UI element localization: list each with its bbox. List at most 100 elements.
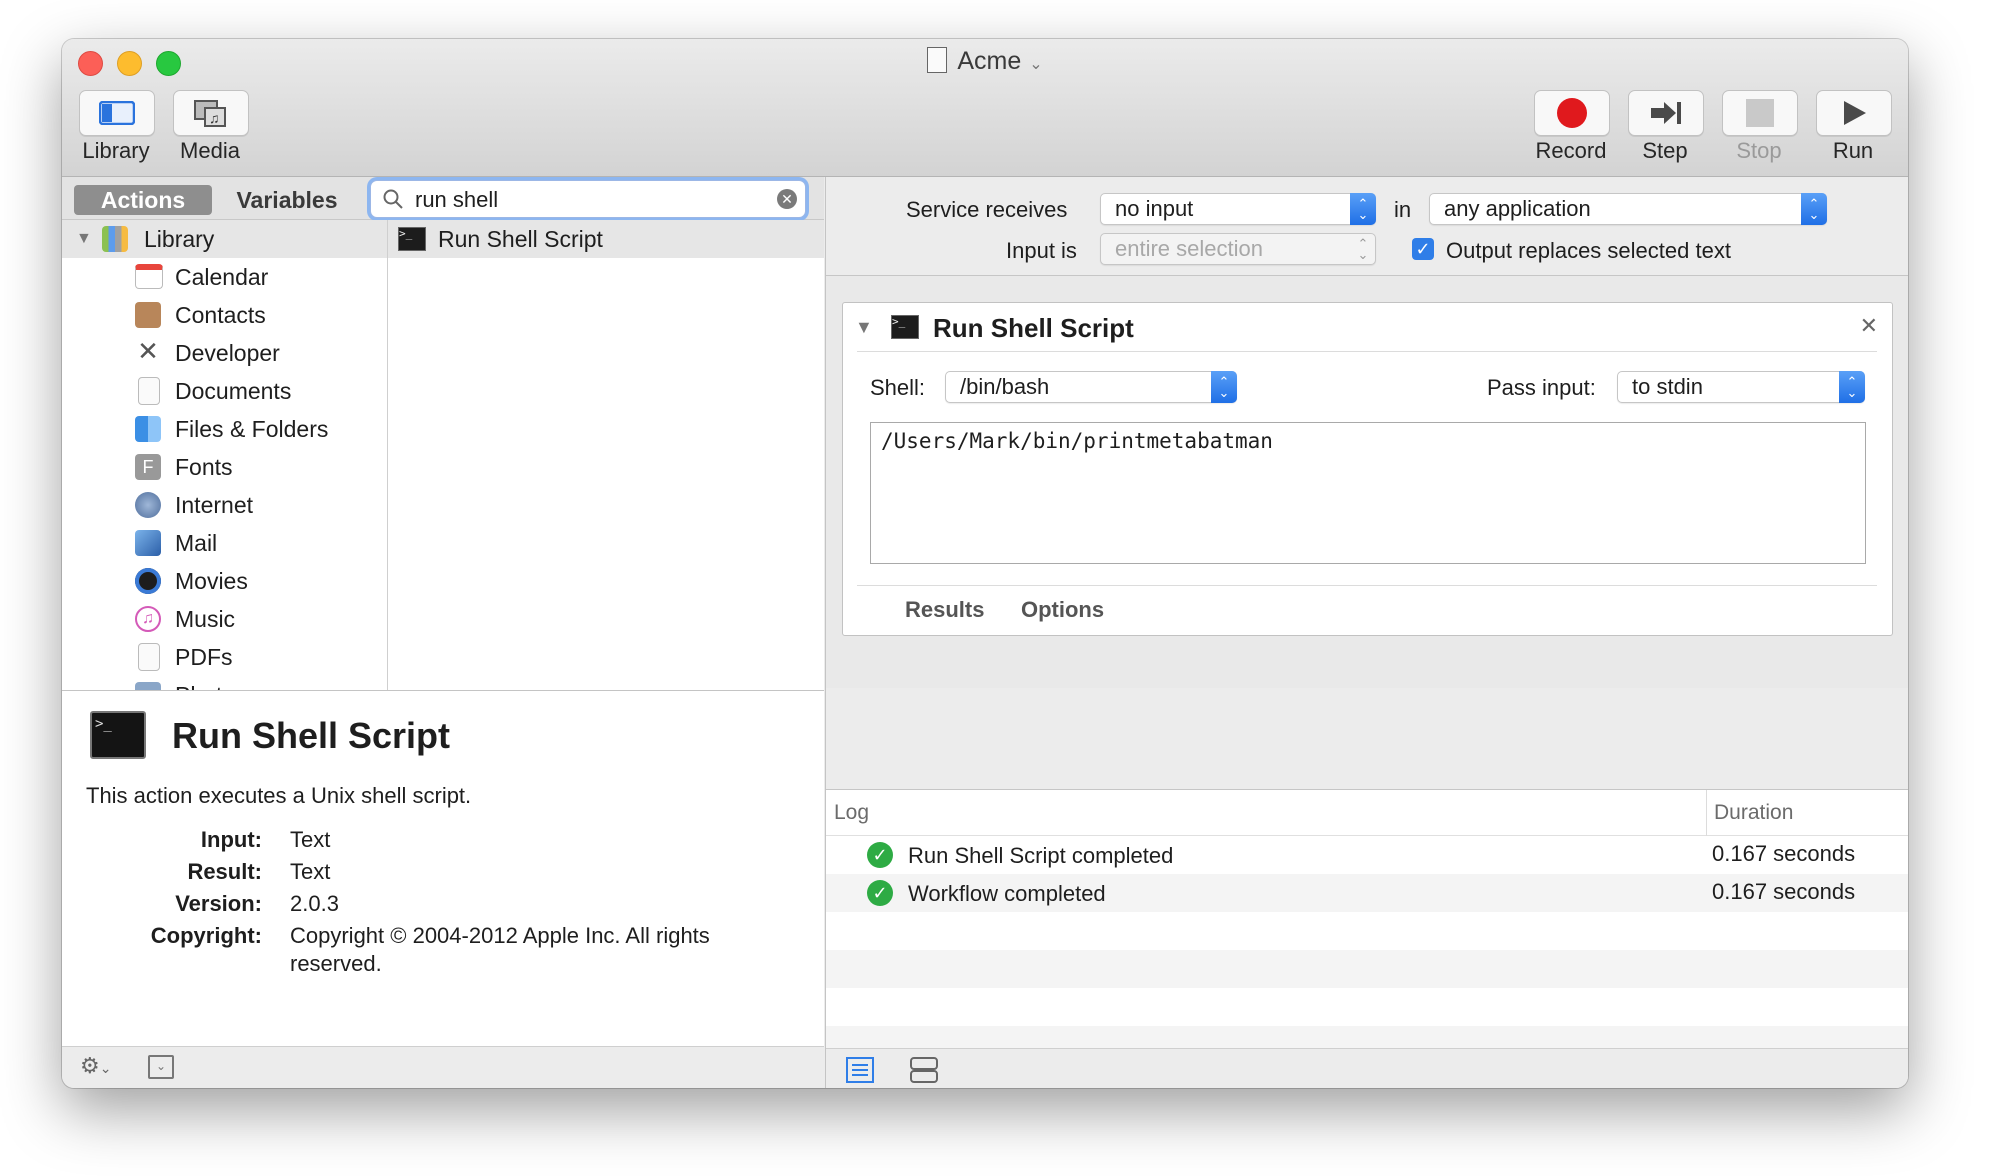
step-button[interactable] [1628,90,1704,136]
sidebar-item-fonts[interactable]: F Fonts [62,448,387,486]
window-title-text: Acme [957,47,1022,75]
record-button[interactable] [1534,90,1610,136]
duration-column-header[interactable]: Duration [1714,801,1793,825]
quicktime-icon [135,568,161,594]
sidebar-item-label: Photos [175,682,247,691]
document-icon [927,47,948,73]
library-footer: ⚙⌄ ⌄ [62,1046,824,1088]
divider [857,585,1877,586]
log-row[interactable]: ✓ Run Shell Script completed 0.167 secon… [826,836,1908,874]
sidebar-item-label: Music [175,605,236,632]
library-root-row[interactable]: ▼ Library [62,220,387,258]
description-summary: This action executes a Unix shell script… [86,783,472,808]
action-description: >_ Run Shell Script This action executes… [62,690,824,1047]
copyright-key: Copyright: [150,923,262,948]
service-receives-label: Service receives [906,197,1068,222]
input-key: Input: [200,827,262,852]
run-label: Run [1832,138,1874,163]
pass-input-popup[interactable]: to stdin ⌃ ⌄ [1617,371,1865,403]
popup-arrows-icon: ⌃ ⌄ [1350,193,1376,225]
result-run-shell-script[interactable]: >_ Run Shell Script [388,220,824,258]
input-is-value: entire selection [1115,236,1263,261]
disclosure-triangle-icon[interactable]: ▼ [76,230,92,248]
sidebar-item-documents[interactable]: Documents [62,372,387,410]
library-root-label: Library [144,225,215,252]
sidebar-item-movies[interactable]: Movies [62,562,387,600]
media-icon: ♫ [194,100,226,127]
library-button[interactable] [79,90,155,136]
sidebar-item-calendar[interactable]: Calendar [62,258,387,296]
toolbar: Acme ⌄ Library ♫ Media Record Step Stop R… [62,39,1908,177]
search-input[interactable]: run shell [415,187,498,213]
checkmark-icon: ✓ [867,880,893,906]
sidebar-item-pdfs[interactable]: PDFs [62,638,387,676]
automator-window: Acme ⌄ Library ♫ Media Record Step Stop R… [62,39,1908,1088]
service-receives-popup[interactable]: no input ⌃ ⌄ [1100,193,1376,225]
sidebar-item-music[interactable]: ♫ Music [62,600,387,638]
log-row-empty [826,950,1908,988]
library-categories: ▼ Library Calendar Contacts ✕ Developer D… [62,220,388,690]
pdf-icon [138,643,160,671]
action-title: Run Shell Script [933,313,1134,343]
workflow-empty-space [826,688,1908,789]
result-label: Run Shell Script [438,226,603,252]
collapse-triangle-icon[interactable]: ▼ [855,317,873,338]
clear-search-icon[interactable]: ✕ [777,189,797,209]
version-value: 2.0.3 [290,891,339,916]
toggle-description-icon[interactable]: ⌄ [148,1055,174,1079]
in-label: in [1394,197,1412,222]
results-tab[interactable]: Results [905,597,984,623]
chevron-down-icon: ⌄ [1029,56,1043,73]
sidebar-item-contacts[interactable]: Contacts [62,296,387,334]
popup-arrows-icon: ⌃ ⌄ [1357,236,1369,262]
media-button[interactable]: ♫ [173,90,249,136]
tab-actions[interactable]: Actions [74,185,212,215]
media-label: Media [180,138,240,163]
show-log-icon[interactable] [846,1057,874,1083]
search-field[interactable]: run shell ✕ [370,180,806,218]
log-row[interactable]: ✓ Workflow completed 0.167 seconds [826,874,1908,912]
sidebar-item-label: Internet [175,491,253,518]
shell-popup[interactable]: /bin/bash ⌃ ⌄ [945,371,1237,403]
mail-icon [135,530,161,556]
log-row-empty [826,912,1908,950]
stop-button[interactable] [1722,90,1798,136]
sidebar-item-label: Calendar [175,263,269,290]
svg-text:♫: ♫ [209,110,220,126]
log-message: Run Shell Script completed [908,843,1174,868]
sidebar-item-internet[interactable]: Internet [62,486,387,524]
log-column-header[interactable]: Log [834,801,869,825]
result-key: Result: [187,859,262,884]
globe-icon [135,492,161,518]
copyright-value-cont: reserved. [290,951,382,976]
remove-action-icon[interactable]: ✕ [1860,313,1878,339]
sidebar-item-developer[interactable]: ✕ Developer [62,334,387,372]
tab-variables[interactable]: Variables [222,185,352,215]
gear-icon[interactable]: ⚙⌄ [80,1053,111,1079]
output-replaces-checkbox[interactable]: ✓ [1412,238,1434,260]
sidebar-item-label: PDFs [175,643,233,670]
show-variables-icon[interactable] [910,1057,938,1083]
library-icon [102,226,128,252]
search-icon [383,189,403,209]
pass-input-value: to stdin [1632,374,1703,399]
sidebar-item-files-folders[interactable]: Files & Folders [62,410,387,448]
application-popup[interactable]: any application ⌃ ⌄ [1429,193,1827,225]
terminal-icon: >_ [398,227,426,251]
application-value: any application [1444,196,1591,221]
log-panel: Log Duration ✓ Run Shell Script complete… [826,789,1908,1049]
input-is-popup[interactable]: entire selection ⌃ ⌄ [1100,233,1376,265]
options-tab[interactable]: Options [1021,597,1104,623]
sidebar-item-mail[interactable]: Mail [62,524,387,562]
shell-value: /bin/bash [960,374,1050,399]
sidebar-item-photos[interactable]: Photos [62,676,387,690]
script-editor[interactable]: /Users/Mark/bin/printmetabatman [870,422,1866,564]
service-receives-value: no input [1115,196,1194,221]
document-icon [138,377,160,405]
window-title[interactable]: Acme ⌄ [62,47,1908,76]
workflow-area: ▼ >_ Run Shell Script ✕ Shell: /bin/bash… [826,276,1908,688]
divider [857,351,1877,352]
sidebar-item-label: Fonts [175,453,233,480]
calendar-icon [135,264,163,289]
run-button[interactable] [1816,90,1892,136]
